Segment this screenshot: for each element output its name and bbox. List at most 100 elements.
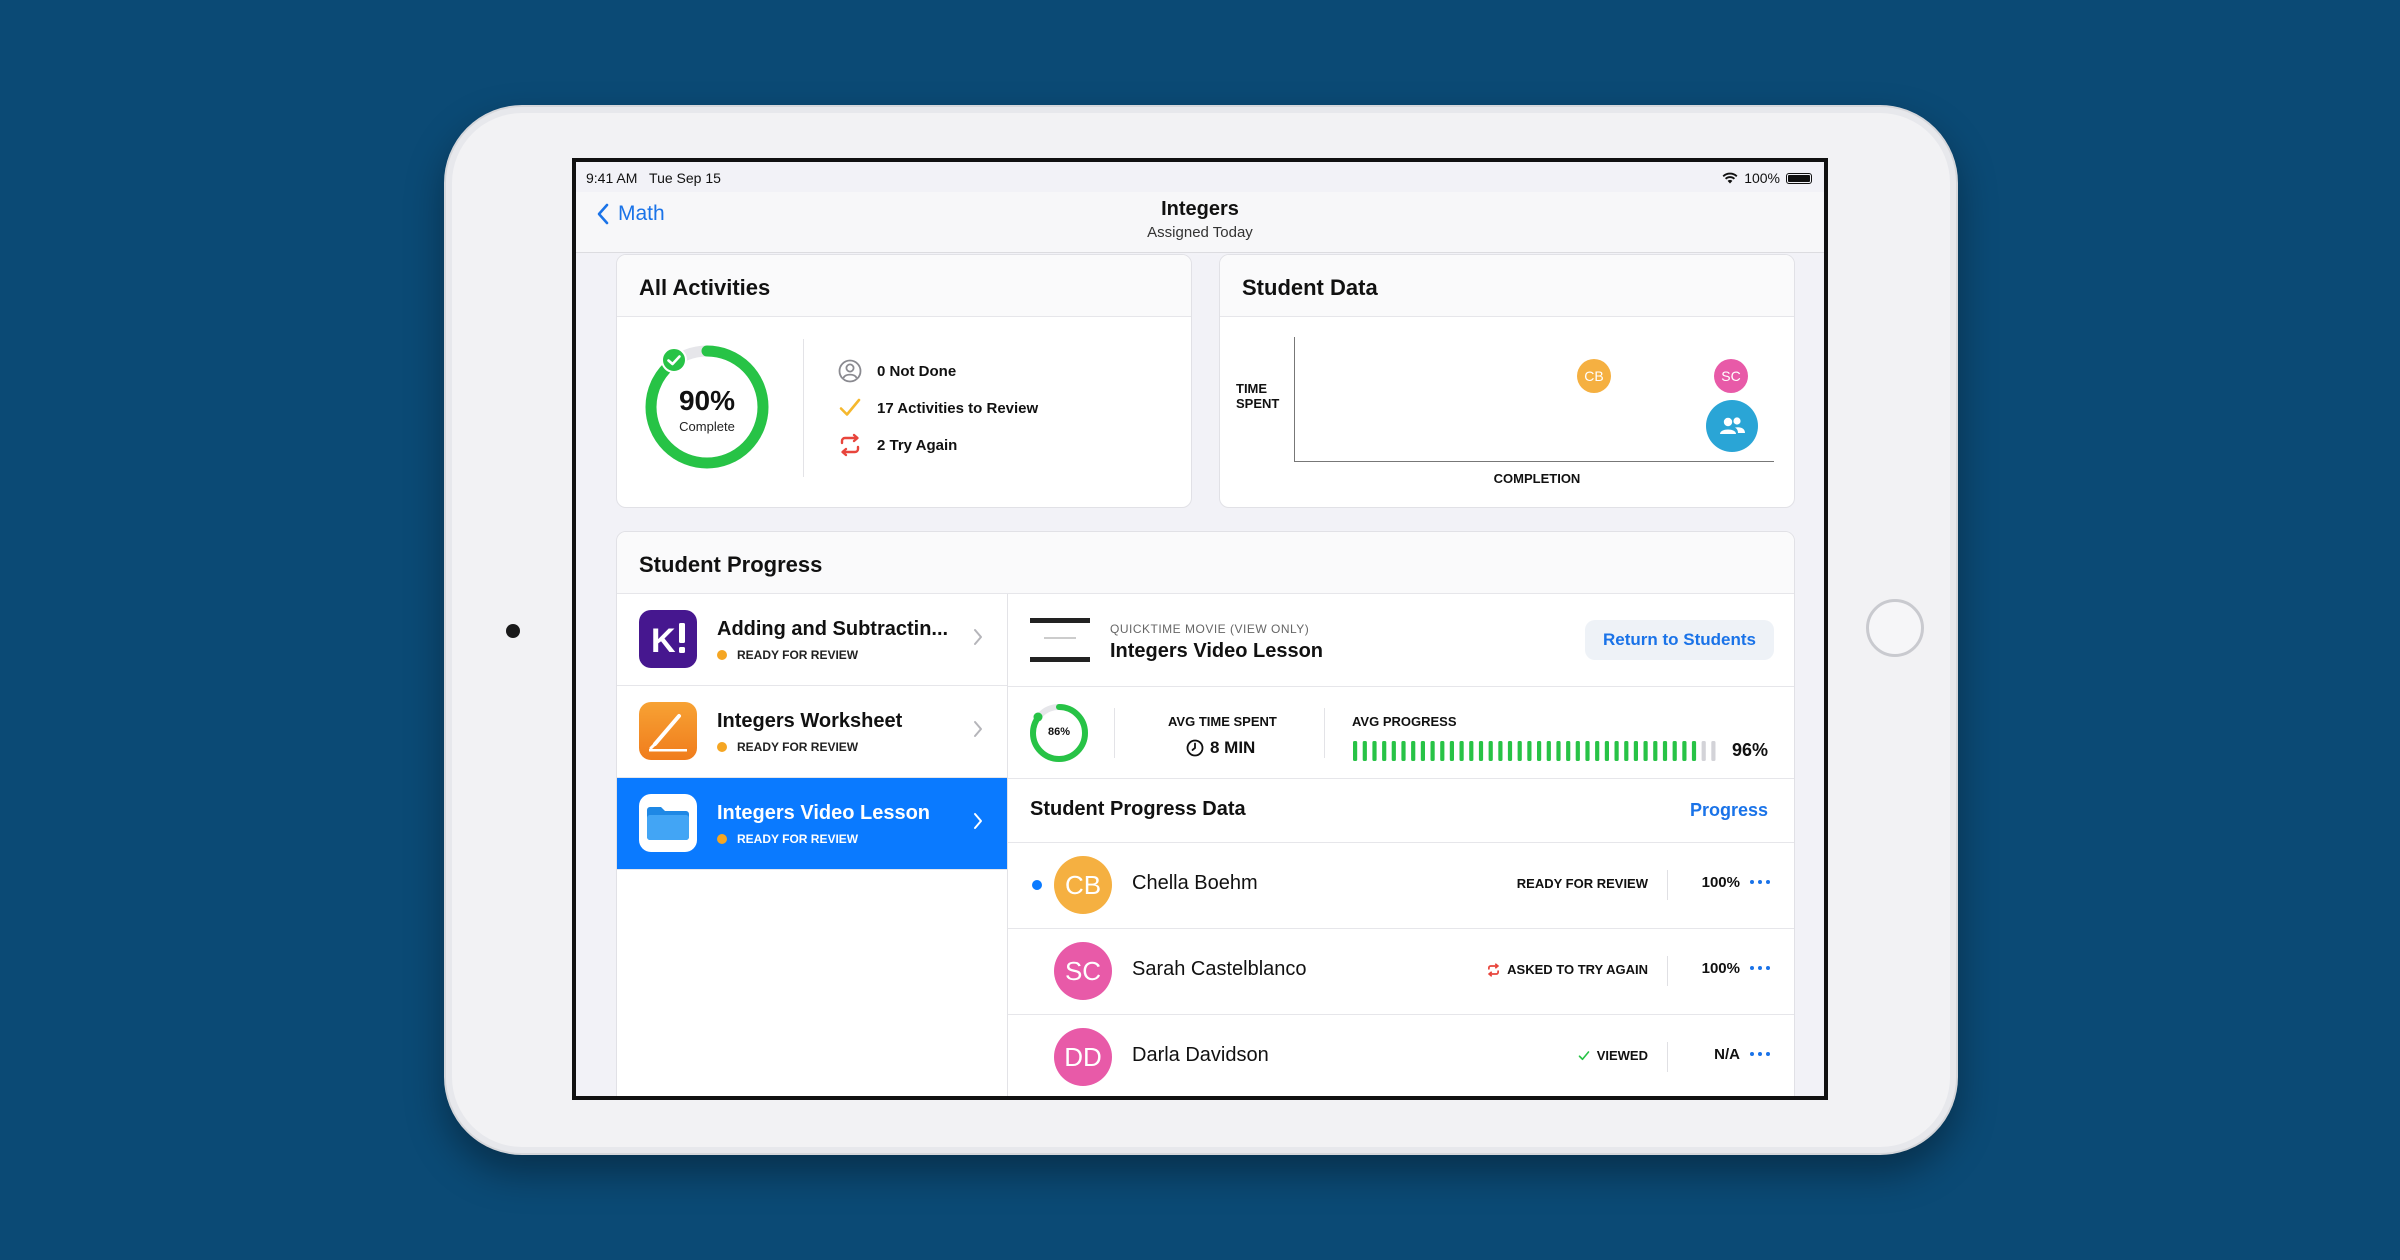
- more-options-icon[interactable]: [1750, 1044, 1774, 1064]
- all-activities-card: All Activities 90% Complete 0 Not Done 1…: [616, 254, 1192, 508]
- return-to-students-button[interactable]: Return to Students: [1585, 620, 1774, 660]
- student-data-title: Student Data: [1220, 255, 1794, 317]
- all-activities-title: All Activities: [617, 255, 1191, 317]
- progress-link[interactable]: Progress: [1690, 800, 1768, 821]
- progress-tick: [1420, 741, 1425, 761]
- more-options-icon[interactable]: [1750, 872, 1774, 892]
- chevron-right-icon: [974, 721, 982, 737]
- navigation-bar: Math Integers Assigned Today: [576, 192, 1824, 253]
- activity-item-integers-worksheet[interactable]: Integers Worksheet READY FOR REVIEW: [617, 686, 1007, 778]
- avatar: CB: [1054, 856, 1112, 914]
- group-icon: [1720, 417, 1745, 434]
- progress-tick: [1411, 741, 1416, 761]
- progress-tick: [1430, 741, 1435, 761]
- status-indicators: 100%: [1722, 170, 1812, 186]
- avg-progress-label: AVG PROGRESS: [1352, 714, 1457, 729]
- progress-tick: [1372, 741, 1377, 761]
- progress-tick: [1595, 741, 1600, 761]
- activity-item-integers-video-lesson[interactable]: Integers Video Lesson READY FOR REVIEW: [617, 778, 1007, 870]
- progress-tick: [1575, 741, 1580, 761]
- x-axis-label: COMPLETION: [1493, 471, 1581, 486]
- chevron-right-icon: [974, 813, 982, 829]
- activity-status: READY FOR REVIEW: [717, 648, 858, 662]
- person-icon: [838, 359, 862, 383]
- progress-tick: [1459, 741, 1464, 761]
- student-progress-data-title: Student Progress Data: [1030, 798, 1246, 820]
- student-point-cb[interactable]: CB: [1577, 359, 1611, 393]
- progress-tick: [1498, 741, 1503, 761]
- progress-tick: [1469, 741, 1474, 761]
- stat-try-again[interactable]: 2 Try Again: [837, 433, 957, 457]
- student-progress-card: Student Progress K Adding and Subtractin…: [616, 531, 1795, 1096]
- screen: 9:41 AM Tue Sep 15 100% Math Integers As…: [572, 158, 1828, 1100]
- progress-tick: [1566, 741, 1571, 761]
- status-time: 9:41 AM Tue Sep 15: [586, 170, 721, 186]
- progress-tick: [1682, 741, 1687, 761]
- activity-status: READY FOR REVIEW: [717, 832, 858, 846]
- progress-tick: [1488, 741, 1493, 761]
- x-axis: [1294, 461, 1774, 462]
- battery-icon: [1786, 172, 1812, 184]
- activity-item-adding-subtracting[interactable]: K Adding and Subtractin... READY FOR REV…: [617, 594, 1007, 686]
- student-progress-title: Student Progress: [617, 532, 1794, 594]
- completion-percent: 90%: [678, 385, 736, 416]
- status-dot: [717, 742, 727, 752]
- status-dot: [717, 650, 727, 660]
- unread-dot: [1032, 880, 1042, 890]
- try-again-icon: [1487, 962, 1500, 977]
- checkmark-icon: [839, 398, 861, 416]
- avg-time-label: AVG TIME SPENT: [1168, 714, 1277, 729]
- completion-label: Complete: [679, 419, 735, 434]
- progress-tick: [1507, 741, 1513, 761]
- progress-tick: [1391, 741, 1396, 761]
- page-title: Integers: [1161, 198, 1239, 220]
- kahoot-icon: K: [639, 610, 697, 668]
- stat-to-review[interactable]: 17 Activities to Review: [837, 396, 1038, 420]
- student-status: ASKED TO TRY AGAIN: [1486, 962, 1648, 977]
- progress-tick: [1527, 741, 1532, 761]
- activity-title: Integers Worksheet: [717, 710, 903, 732]
- progress-tick: [1672, 741, 1677, 761]
- movie-thumbnail[interactable]: [1030, 618, 1090, 662]
- status-bar: 9:41 AM Tue Sep 15 100%: [576, 162, 1824, 192]
- avatar: SC: [1054, 942, 1112, 1000]
- try-again-icon: [840, 433, 860, 457]
- checkmark-icon: [1578, 1050, 1590, 1060]
- progress-ring-percent: 86%: [1047, 726, 1071, 738]
- activity-detail: QUICKTIME MOVIE (VIEW ONLY) Integers Vid…: [1008, 594, 1794, 1096]
- student-data-card: Student Data TIME SPENT CB SC COMPLETION: [1219, 254, 1795, 508]
- activity-list: K Adding and Subtractin... READY FOR REV…: [617, 594, 1008, 1096]
- activity-title: Integers Video Lesson: [717, 802, 931, 824]
- progress-tick: [1517, 741, 1522, 761]
- student-name: Sarah Castelblanco: [1132, 958, 1307, 980]
- status-dot: [717, 834, 727, 844]
- chevron-right-icon: [974, 629, 982, 645]
- pages-icon: [639, 702, 697, 760]
- stat-not-done[interactable]: 0 Not Done: [837, 359, 956, 383]
- stat-label: 2 Try Again: [877, 436, 958, 454]
- student-row[interactable]: CB Chella Boehm READY FOR REVIEW 100%: [1008, 842, 1794, 929]
- movie-kind: QUICKTIME MOVIE (VIEW ONLY): [1110, 622, 1310, 636]
- student-row[interactable]: DD Darla Davidson VIEWED N/A: [1008, 1014, 1794, 1096]
- files-icon: [639, 794, 697, 852]
- progress-tick: [1546, 741, 1551, 761]
- avg-time-value: 8 MIN: [1186, 738, 1255, 758]
- student-group-point[interactable]: [1706, 400, 1758, 452]
- metrics-row: 86% AVG TIME SPENT 8 MIN AVG PROGRESS 96…: [1008, 686, 1794, 779]
- student-name: Darla Davidson: [1132, 1044, 1269, 1066]
- student-progress-data-header: Student Progress Data Progress: [1008, 778, 1794, 843]
- progress-tick: [1440, 741, 1445, 761]
- home-button[interactable]: [1866, 599, 1924, 657]
- student-value: 100%: [1701, 960, 1740, 977]
- divider: [1667, 870, 1668, 900]
- student-row[interactable]: SC Sarah Castelblanco ASKED TO TRY AGAIN…: [1008, 928, 1794, 1015]
- more-options-icon[interactable]: [1750, 958, 1774, 978]
- progress-tick: [1353, 741, 1358, 761]
- progress-tick: [1604, 741, 1609, 761]
- divider: [1324, 708, 1325, 758]
- student-point-sc[interactable]: SC: [1714, 359, 1748, 393]
- student-name: Chella Boehm: [1132, 872, 1258, 894]
- stat-label: 0 Not Done: [877, 362, 957, 380]
- avatar: DD: [1054, 1028, 1112, 1086]
- divider: [1667, 956, 1668, 986]
